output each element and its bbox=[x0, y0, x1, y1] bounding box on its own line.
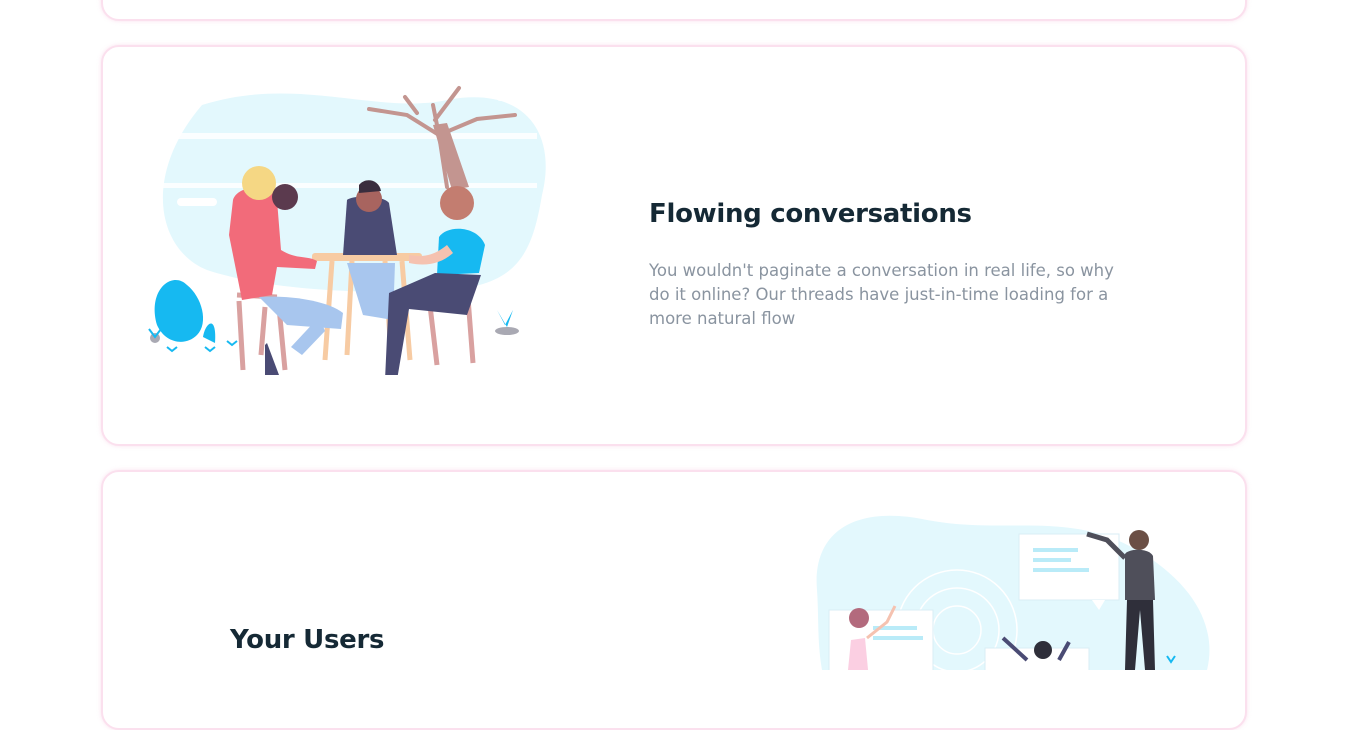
users-chat-bubbles-illustration bbox=[816, 515, 1210, 670]
feature-description: You wouldn't paginate a conversation in … bbox=[649, 261, 1114, 328]
feature-title: Flowing conversations bbox=[649, 199, 972, 229]
feature-title: Your Users bbox=[230, 625, 385, 655]
feature-card-users: Your Users bbox=[101, 470, 1247, 730]
feature-card-conversations: Flowing conversations You wouldn't pagin… bbox=[101, 45, 1247, 446]
previous-feature-card bbox=[101, 0, 1247, 21]
people-talking-at-table-illustration bbox=[148, 86, 546, 375]
